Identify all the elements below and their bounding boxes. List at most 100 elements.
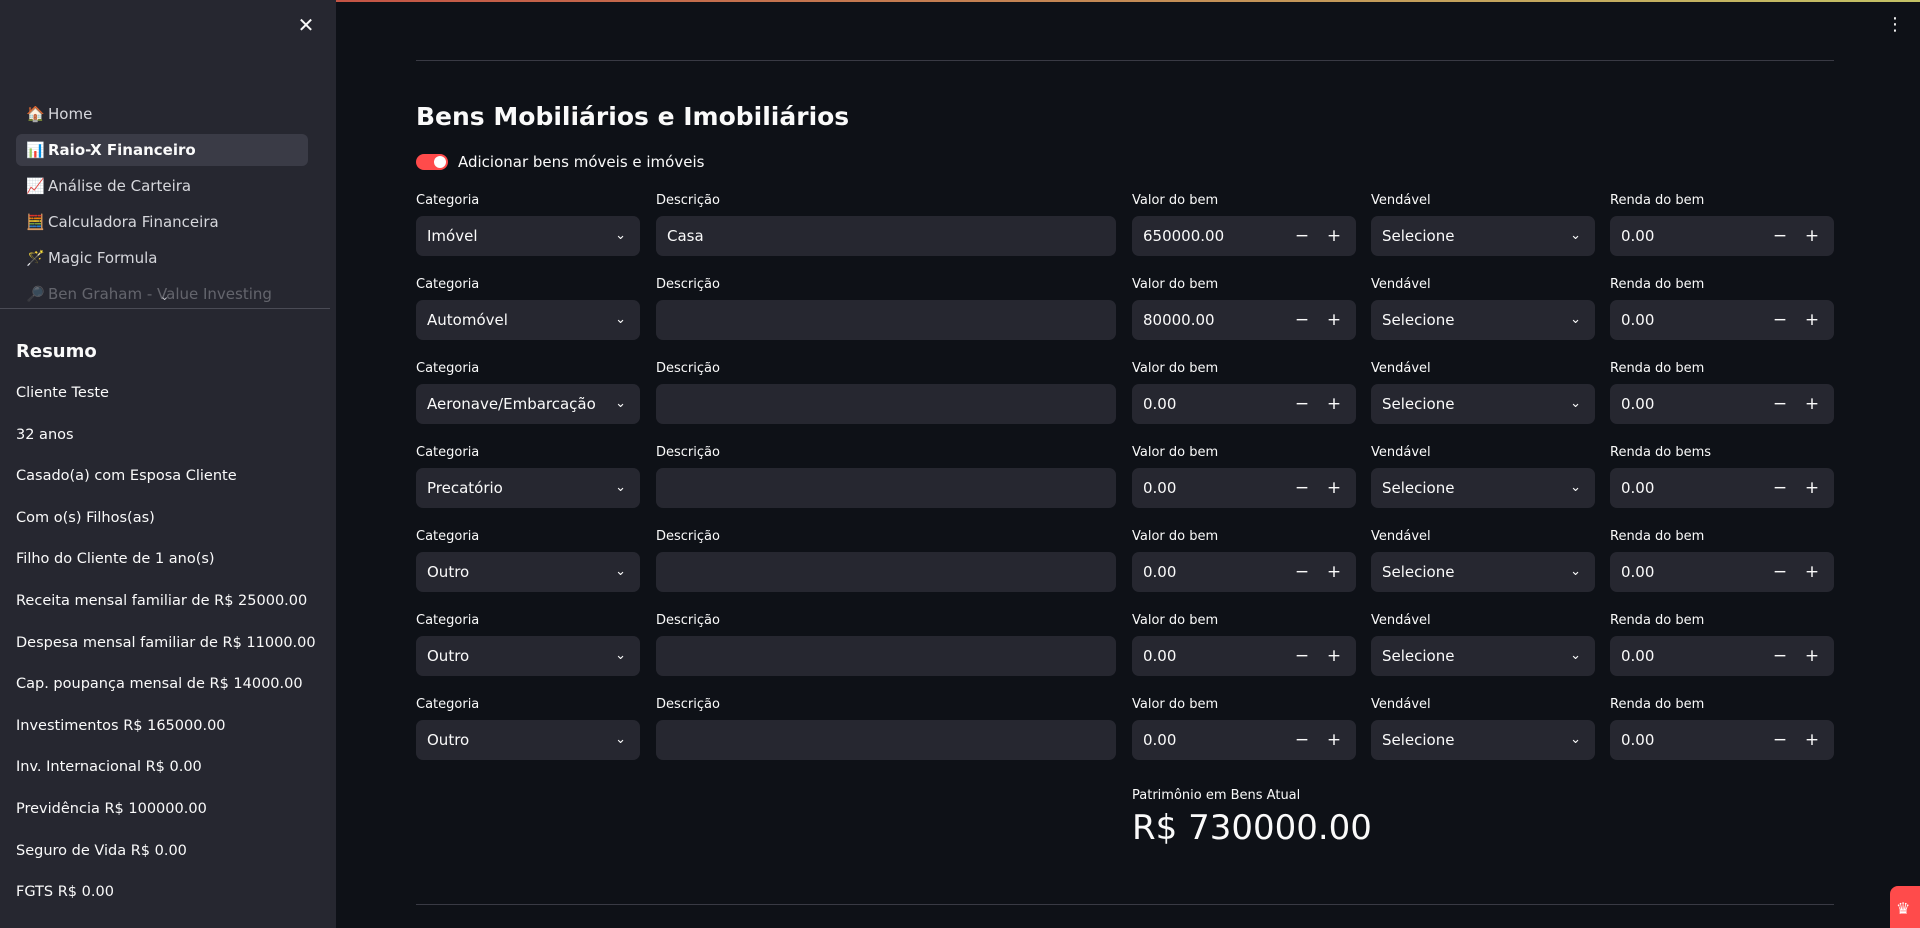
minus-button[interactable]: − [1764, 562, 1796, 582]
plus-button[interactable]: + [1796, 478, 1828, 498]
vendavel-select-label: Vendável [1371, 445, 1431, 460]
plus-button[interactable]: + [1796, 730, 1828, 750]
minus-button[interactable]: − [1764, 646, 1796, 666]
minus-button[interactable]: − [1764, 226, 1796, 246]
valor-input[interactable]: 0.00 − + [1132, 636, 1356, 676]
sidebar-item-2[interactable]: 📈 Análise de Carteira [16, 170, 308, 202]
minus-button[interactable]: − [1764, 394, 1796, 414]
categoria-select[interactable]: Outro ⌄ [416, 636, 640, 676]
chevron-down-icon[interactable]: ⌄ [615, 648, 626, 663]
chevron-down-icon[interactable]: ⌄ [1570, 396, 1581, 411]
chevron-down-icon[interactable]: ⌄ [615, 228, 626, 243]
categoria-select[interactable]: Outro ⌄ [416, 720, 640, 760]
descricao-input[interactable] [656, 384, 1116, 424]
plus-button[interactable]: + [1796, 226, 1828, 246]
plus-button[interactable]: + [1318, 394, 1350, 414]
valor-input-field: Valor do bem 0.00 − + [1132, 362, 1356, 424]
vendavel-select[interactable]: Selecione ⌄ [1371, 552, 1595, 592]
chevron-down-icon[interactable]: ⌄ [615, 396, 626, 411]
vendavel-select-field: Vendável Selecione ⌄ [1371, 362, 1595, 424]
bem-row: Categoria Outro ⌄ Descrição Valor do bem 0.00… [416, 698, 1834, 768]
toggle-switch[interactable] [416, 154, 448, 170]
plus-button[interactable]: + [1318, 646, 1350, 666]
renda-input-value: 0.00 [1621, 731, 1655, 749]
renda-input[interactable]: 0.00 − + [1610, 216, 1834, 256]
descricao-input-field: Descrição [656, 446, 1116, 508]
sidebar-item-0[interactable]: 🏠 Home [16, 98, 308, 130]
plus-button[interactable]: + [1796, 646, 1828, 666]
categoria-select[interactable]: Automóvel ⌄ [416, 300, 640, 340]
valor-input[interactable]: 650000.00 − + [1132, 216, 1356, 256]
vendavel-select[interactable]: Selecione ⌄ [1371, 384, 1595, 424]
chevron-down-icon[interactable]: ⌄ [1570, 732, 1581, 747]
valor-input[interactable]: 0.00 − + [1132, 468, 1356, 508]
vendavel-select[interactable]: Selecione ⌄ [1371, 216, 1595, 256]
chevron-down-icon[interactable]: ⌄ [1570, 480, 1581, 495]
minus-button[interactable]: − [1764, 310, 1796, 330]
plus-button[interactable]: + [1796, 394, 1828, 414]
minus-button[interactable]: − [1764, 730, 1796, 750]
chevron-down-icon[interactable]: ⌄ [1570, 228, 1581, 243]
minus-button[interactable]: − [1286, 478, 1318, 498]
descricao-input[interactable] [656, 720, 1116, 760]
vendavel-select[interactable]: Selecione ⌄ [1371, 720, 1595, 760]
renda-input[interactable]: 0.00 − + [1610, 468, 1834, 508]
vendavel-select[interactable]: Selecione ⌄ [1371, 300, 1595, 340]
plus-button[interactable]: + [1318, 226, 1350, 246]
descricao-input[interactable] [656, 300, 1116, 340]
valor-input[interactable]: 0.00 − + [1132, 384, 1356, 424]
plus-button[interactable]: + [1796, 310, 1828, 330]
descricao-input[interactable] [656, 468, 1116, 508]
close-icon[interactable]: ✕ [296, 15, 316, 35]
descricao-input[interactable] [656, 636, 1116, 676]
categoria-select[interactable]: Imóvel ⌄ [416, 216, 640, 256]
categoria-select[interactable]: Outro ⌄ [416, 552, 640, 592]
sidebar-item-3[interactable]: 🧮 Calculadora Financeira [16, 206, 308, 238]
valor-input[interactable]: 80000.00 − + [1132, 300, 1356, 340]
plus-button[interactable]: + [1318, 478, 1350, 498]
valor-input[interactable]: 0.00 − + [1132, 720, 1356, 760]
descricao-input[interactable]: Casa [656, 216, 1116, 256]
sidebar-item-4[interactable]: 🪄 Magic Formula [16, 242, 308, 274]
chevron-down-icon[interactable]: ⌄ [615, 564, 626, 579]
chevron-down-icon[interactable]: ⌄ [615, 312, 626, 327]
minus-button[interactable]: − [1286, 394, 1318, 414]
renda-input[interactable]: 0.00 − + [1610, 300, 1834, 340]
chevron-down-icon[interactable]: ⌄ [160, 290, 169, 303]
main-menu-icon[interactable]: ⋮ [1886, 14, 1904, 35]
sidebar-item-label: Home [48, 105, 93, 123]
minus-button[interactable]: − [1286, 646, 1318, 666]
chevron-down-icon[interactable]: ⌄ [1570, 648, 1581, 663]
vendavel-select-value: Selecione [1382, 227, 1455, 245]
bens-toggle[interactable]: Adicionar bens móveis e imóveis [416, 153, 704, 171]
renda-input[interactable]: 0.00 − + [1610, 636, 1834, 676]
sidebar-item-1[interactable]: 📊 Raio-X Financeiro [16, 134, 308, 166]
minus-button[interactable]: − [1286, 310, 1318, 330]
vendavel-select[interactable]: Selecione ⌄ [1371, 636, 1595, 676]
minus-button[interactable]: − [1286, 730, 1318, 750]
categoria-select[interactable]: Precatório ⌄ [416, 468, 640, 508]
plus-button[interactable]: + [1318, 730, 1350, 750]
minus-button[interactable]: − [1286, 562, 1318, 582]
minus-button[interactable]: − [1764, 478, 1796, 498]
renda-input-field: Renda do bem 0.00 − + [1610, 530, 1834, 592]
plus-button[interactable]: + [1318, 562, 1350, 582]
descricao-input-label: Descrição [656, 277, 720, 292]
renda-input[interactable]: 0.00 − + [1610, 384, 1834, 424]
descricao-input-label: Descrição [656, 445, 720, 460]
plus-button[interactable]: + [1796, 562, 1828, 582]
minus-button[interactable]: − [1286, 226, 1318, 246]
chevron-down-icon[interactable]: ⌄ [1570, 312, 1581, 327]
categoria-select[interactable]: Aeronave/Embarcação ⌄ [416, 384, 640, 424]
chevron-down-icon[interactable]: ⌄ [615, 732, 626, 747]
plus-button[interactable]: + [1318, 310, 1350, 330]
renda-input[interactable]: 0.00 − + [1610, 720, 1834, 760]
streamlit-badge-button[interactable]: ♛ [1890, 886, 1920, 928]
descricao-input[interactable] [656, 552, 1116, 592]
categoria-select-value: Outro [427, 647, 470, 665]
chevron-down-icon[interactable]: ⌄ [1570, 564, 1581, 579]
vendavel-select[interactable]: Selecione ⌄ [1371, 468, 1595, 508]
renda-input[interactable]: 0.00 − + [1610, 552, 1834, 592]
valor-input[interactable]: 0.00 − + [1132, 552, 1356, 592]
chevron-down-icon[interactable]: ⌄ [615, 480, 626, 495]
